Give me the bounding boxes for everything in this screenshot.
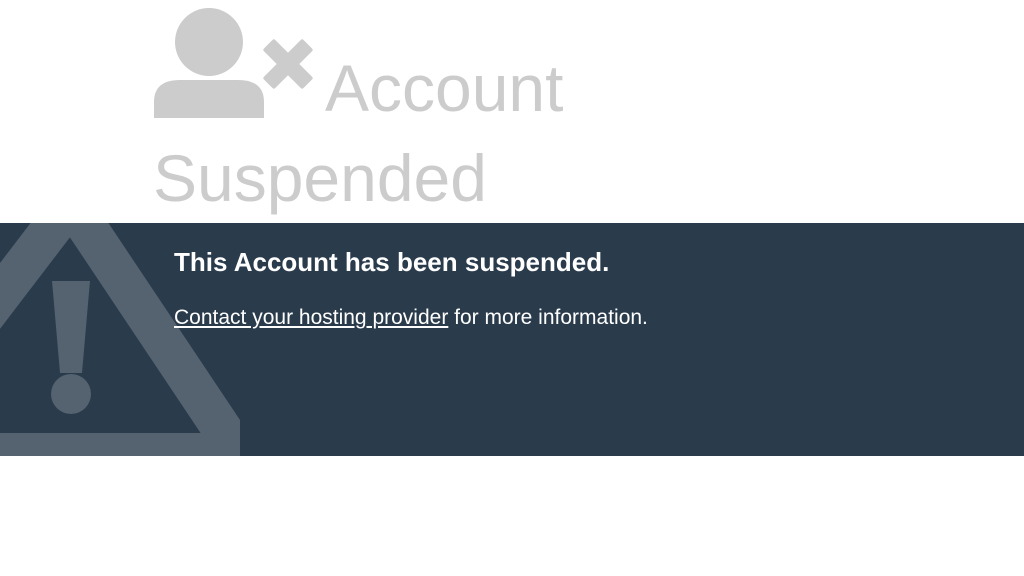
suspension-message-body: Contact your hosting provider for more i… [174,305,648,331]
page-title-account: Account [325,51,564,125]
suspension-banner: This Account has been suspended. Contact… [0,223,1024,456]
page-title-suspended: Suspended [153,141,487,215]
user-remove-icon [154,8,313,118]
suspended-page: Account Suspended This Account has been … [0,0,1024,576]
contact-hosting-provider-link[interactable]: Contact your hosting provider [174,306,448,329]
message-suffix: for more information. [448,306,648,329]
suspension-message-title: This Account has been suspended. [174,247,610,277]
header-area: Account Suspended [0,0,1024,223]
